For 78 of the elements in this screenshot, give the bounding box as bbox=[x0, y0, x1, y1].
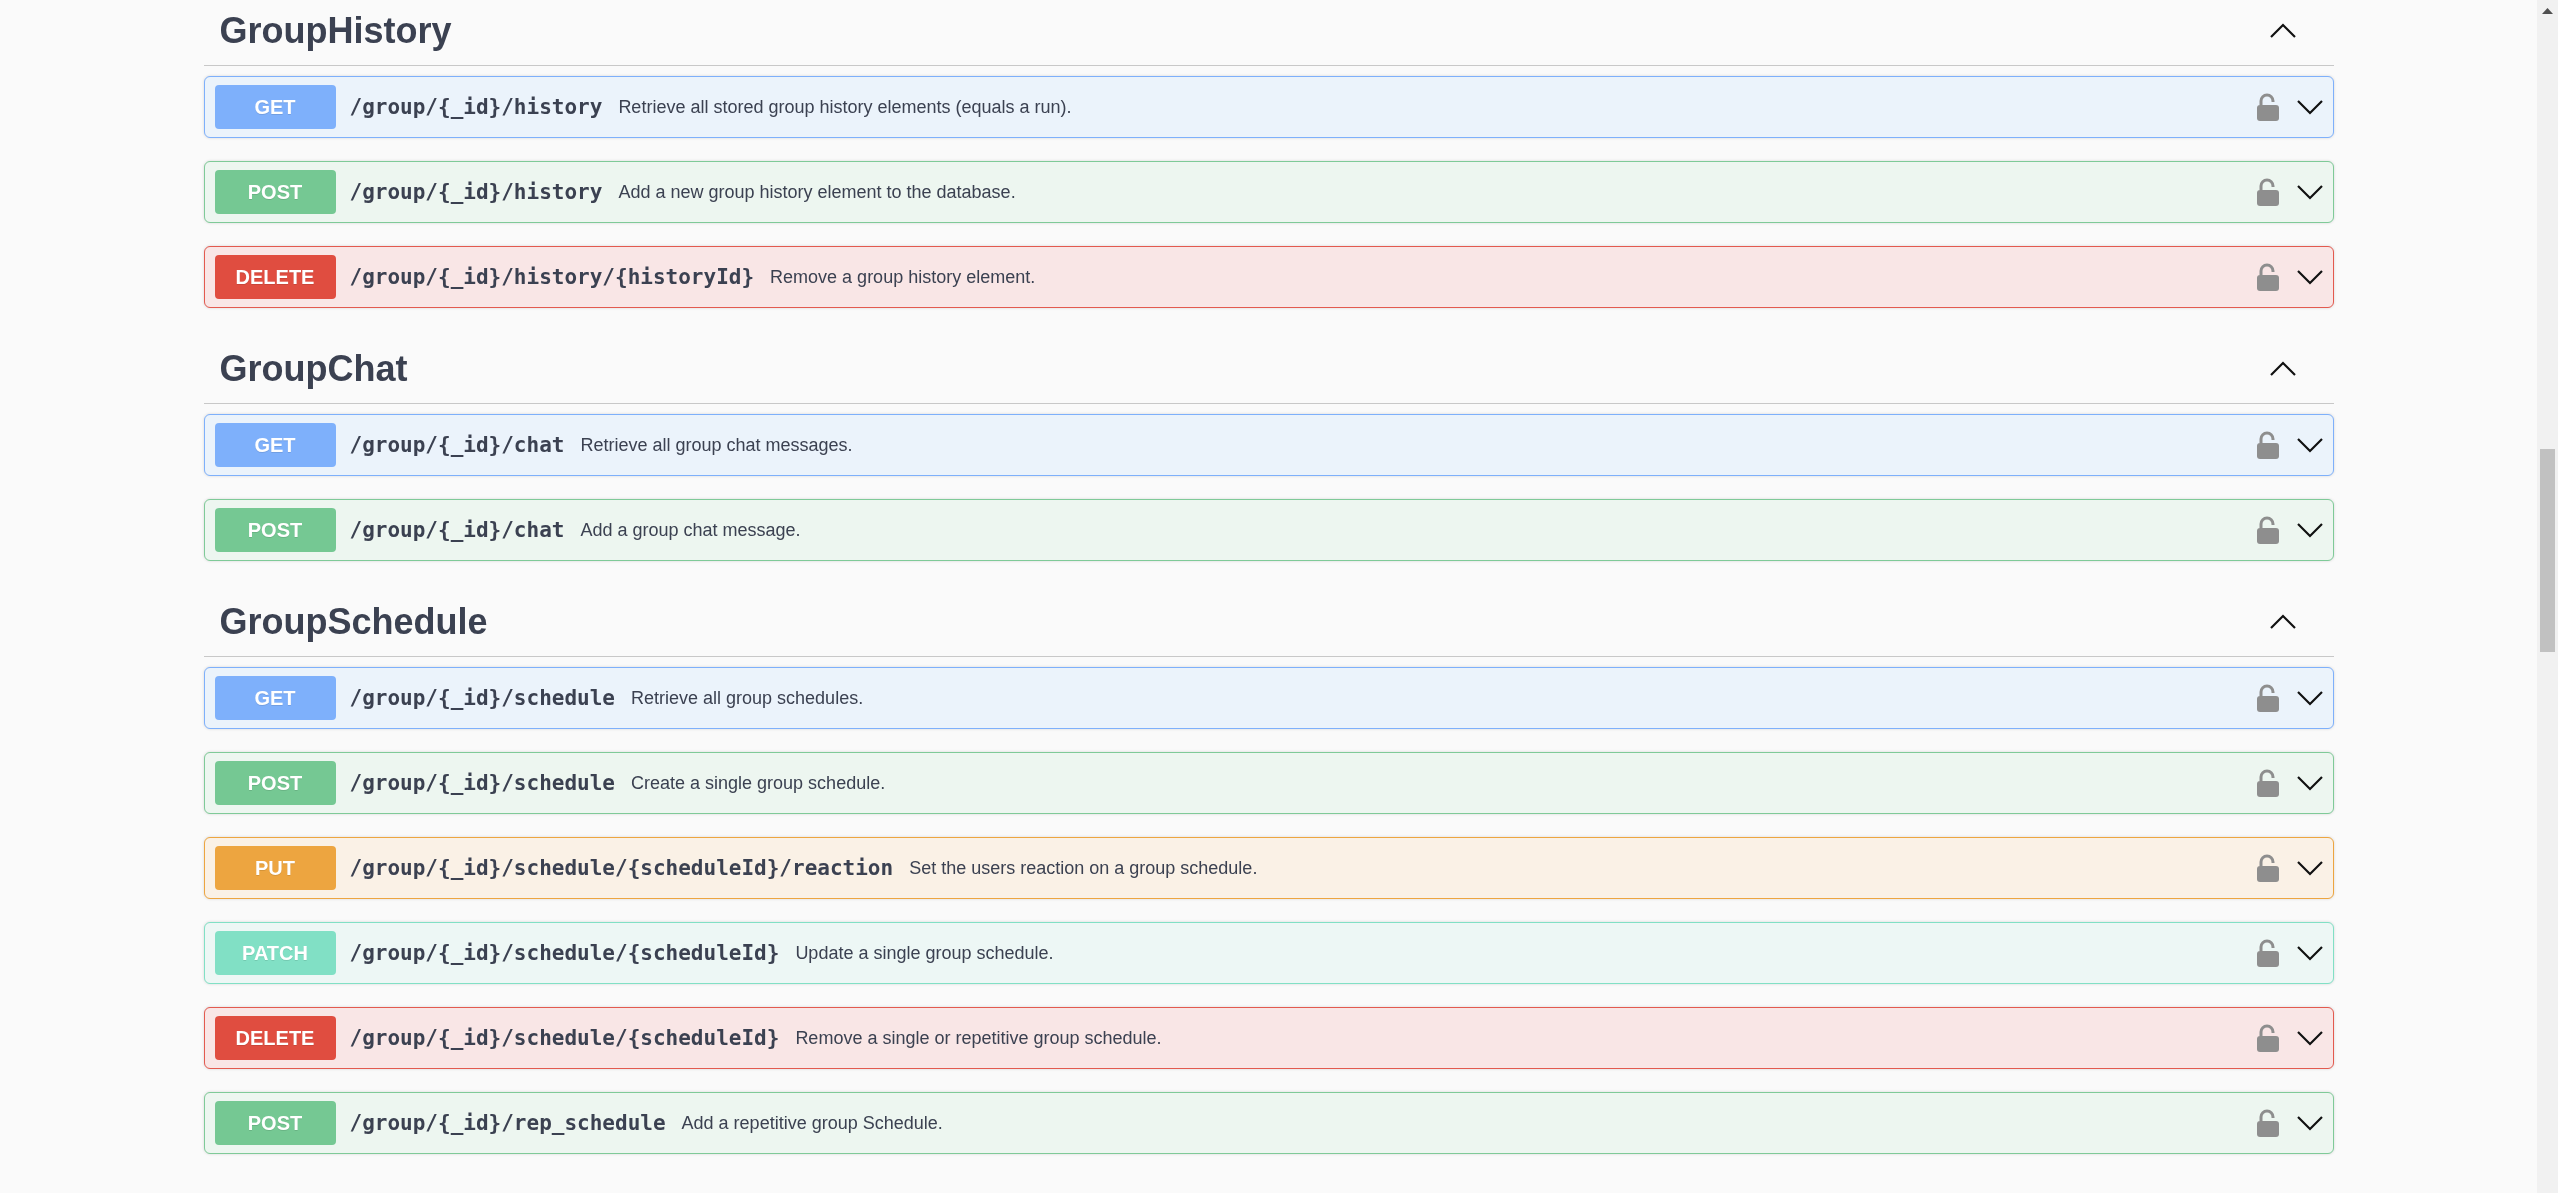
endpoint-path: /group/{_id}/schedule/{scheduleId} bbox=[349, 941, 780, 965]
operation-row[interactable]: POST /group/{_id}/rep_schedule Add a repetitive group Schedule. bbox=[203, 1092, 2334, 1154]
chevron-up-icon bbox=[2269, 614, 2296, 629]
section-header[interactable]: GroupChat bbox=[203, 334, 2334, 404]
section-header[interactable]: GroupSchedule bbox=[203, 587, 2334, 657]
endpoint-summary: Create a single group schedule. bbox=[631, 772, 886, 794]
scroll-up-icon[interactable] bbox=[2542, 8, 2553, 14]
operation-row[interactable]: POST /group/{_id}/schedule Create a single group schedule. bbox=[203, 752, 2334, 814]
section-title: GroupHistory bbox=[219, 9, 452, 52]
operation-row[interactable]: PATCH /group/{_id}/schedule/{scheduleId} Update a single group schedule. bbox=[203, 922, 2334, 984]
operation-row[interactable]: GET /group/{_id}/schedule Retrieve all group schedules. bbox=[203, 667, 2334, 729]
endpoint-path: /group/{_id}/schedule bbox=[349, 771, 615, 795]
endpoint-summary: Retrieve all group schedules. bbox=[631, 687, 864, 709]
operation-row[interactable]: DELETE /group/{_id}/schedule/{scheduleId} Remove a single or repetitive group schedule. bbox=[203, 1007, 2334, 1069]
lock-icon[interactable] bbox=[2256, 431, 2279, 459]
method-badge: POST bbox=[214, 170, 336, 214]
endpoint-path: /group/{_id}/history bbox=[349, 180, 603, 204]
section-title: GroupSchedule bbox=[219, 600, 488, 643]
endpoint-path: /group/{_id}/schedule/{scheduleId}/reaction bbox=[349, 856, 894, 880]
chevron-down-icon bbox=[2296, 522, 2323, 538]
endpoint-path: /group/{_id}/chat bbox=[349, 518, 565, 542]
chevron-down-icon bbox=[2296, 860, 2323, 876]
operation-row[interactable]: POST /group/{_id}/chat Add a group chat message. bbox=[203, 499, 2334, 561]
method-badge: GET bbox=[214, 423, 336, 467]
endpoint-summary: Remove a group history element. bbox=[770, 266, 1036, 288]
endpoint-path: /group/{_id}/chat bbox=[349, 433, 565, 457]
endpoint-summary: Add a group chat message. bbox=[580, 519, 801, 541]
lock-icon[interactable] bbox=[2256, 1024, 2279, 1052]
operation-row[interactable]: GET /group/{_id}/history Retrieve all stored group history elements (equals a run). bbox=[203, 76, 2334, 138]
method-badge: PATCH bbox=[214, 931, 336, 975]
method-badge: DELETE bbox=[214, 255, 336, 299]
chevron-down-icon bbox=[2296, 945, 2323, 961]
lock-icon[interactable] bbox=[2256, 1109, 2279, 1137]
endpoint-path: /group/{_id}/history bbox=[349, 95, 603, 119]
lock-icon[interactable] bbox=[2256, 854, 2279, 882]
endpoint-path: /group/{_id}/history/{historyId} bbox=[349, 265, 755, 289]
endpoint-path: /group/{_id}/schedule bbox=[349, 686, 615, 710]
method-badge: POST bbox=[214, 1101, 336, 1145]
operation-row[interactable]: POST /group/{_id}/history Add a new group history element to the database. bbox=[203, 161, 2334, 223]
endpoint-summary: Retrieve all stored group history elements (equals a run). bbox=[618, 96, 1072, 118]
operation-row[interactable]: GET /group/{_id}/chat Retrieve all group chat messages. bbox=[203, 414, 2334, 476]
section-title: GroupChat bbox=[219, 347, 408, 390]
method-badge: POST bbox=[214, 761, 336, 805]
chevron-down-icon bbox=[2296, 775, 2323, 791]
endpoint-summary: Retrieve all group chat messages. bbox=[580, 434, 853, 456]
endpoint-path: /group/{_id}/rep_schedule bbox=[349, 1111, 666, 1135]
chevron-down-icon bbox=[2296, 184, 2323, 200]
chevron-down-icon bbox=[2296, 690, 2323, 706]
chevron-down-icon bbox=[2296, 269, 2323, 285]
endpoint-summary: Update a single group schedule. bbox=[795, 942, 1054, 964]
scrollbar[interactable] bbox=[2537, 0, 2558, 1193]
chevron-down-icon bbox=[2296, 437, 2323, 453]
method-badge: GET bbox=[214, 85, 336, 129]
method-badge: POST bbox=[214, 508, 336, 552]
chevron-down-icon bbox=[2296, 1115, 2323, 1131]
endpoint-path: /group/{_id}/schedule/{scheduleId} bbox=[349, 1026, 780, 1050]
endpoint-summary: Set the users reaction on a group schedule. bbox=[909, 857, 1258, 879]
chevron-down-icon bbox=[2296, 1030, 2323, 1046]
lock-icon[interactable] bbox=[2256, 516, 2279, 544]
endpoint-summary: Add a new group history element to the database. bbox=[618, 181, 1016, 203]
lock-icon[interactable] bbox=[2256, 263, 2279, 291]
scrollbar-thumb[interactable] bbox=[2540, 449, 2555, 652]
lock-icon[interactable] bbox=[2256, 178, 2279, 206]
endpoint-summary: Remove a single or repetitive group schedule. bbox=[795, 1027, 1162, 1049]
operation-row[interactable]: DELETE /group/{_id}/history/{historyId} Remove a group history element. bbox=[203, 246, 2334, 308]
lock-icon[interactable] bbox=[2256, 684, 2279, 712]
endpoint-summary: Add a repetitive group Schedule. bbox=[681, 1112, 943, 1134]
method-badge: PUT bbox=[214, 846, 336, 890]
method-badge: DELETE bbox=[214, 1016, 336, 1060]
method-badge: GET bbox=[214, 676, 336, 720]
lock-icon[interactable] bbox=[2256, 939, 2279, 967]
section-header[interactable]: GroupHistory bbox=[203, 0, 2334, 66]
chevron-up-icon bbox=[2269, 361, 2296, 376]
chevron-down-icon bbox=[2296, 99, 2323, 115]
lock-icon[interactable] bbox=[2256, 769, 2279, 797]
chevron-up-icon bbox=[2269, 23, 2296, 38]
lock-icon[interactable] bbox=[2256, 93, 2279, 121]
operation-row[interactable]: PUT /group/{_id}/schedule/{scheduleId}/reaction Set the users reaction on a group schedule. bbox=[203, 837, 2334, 899]
